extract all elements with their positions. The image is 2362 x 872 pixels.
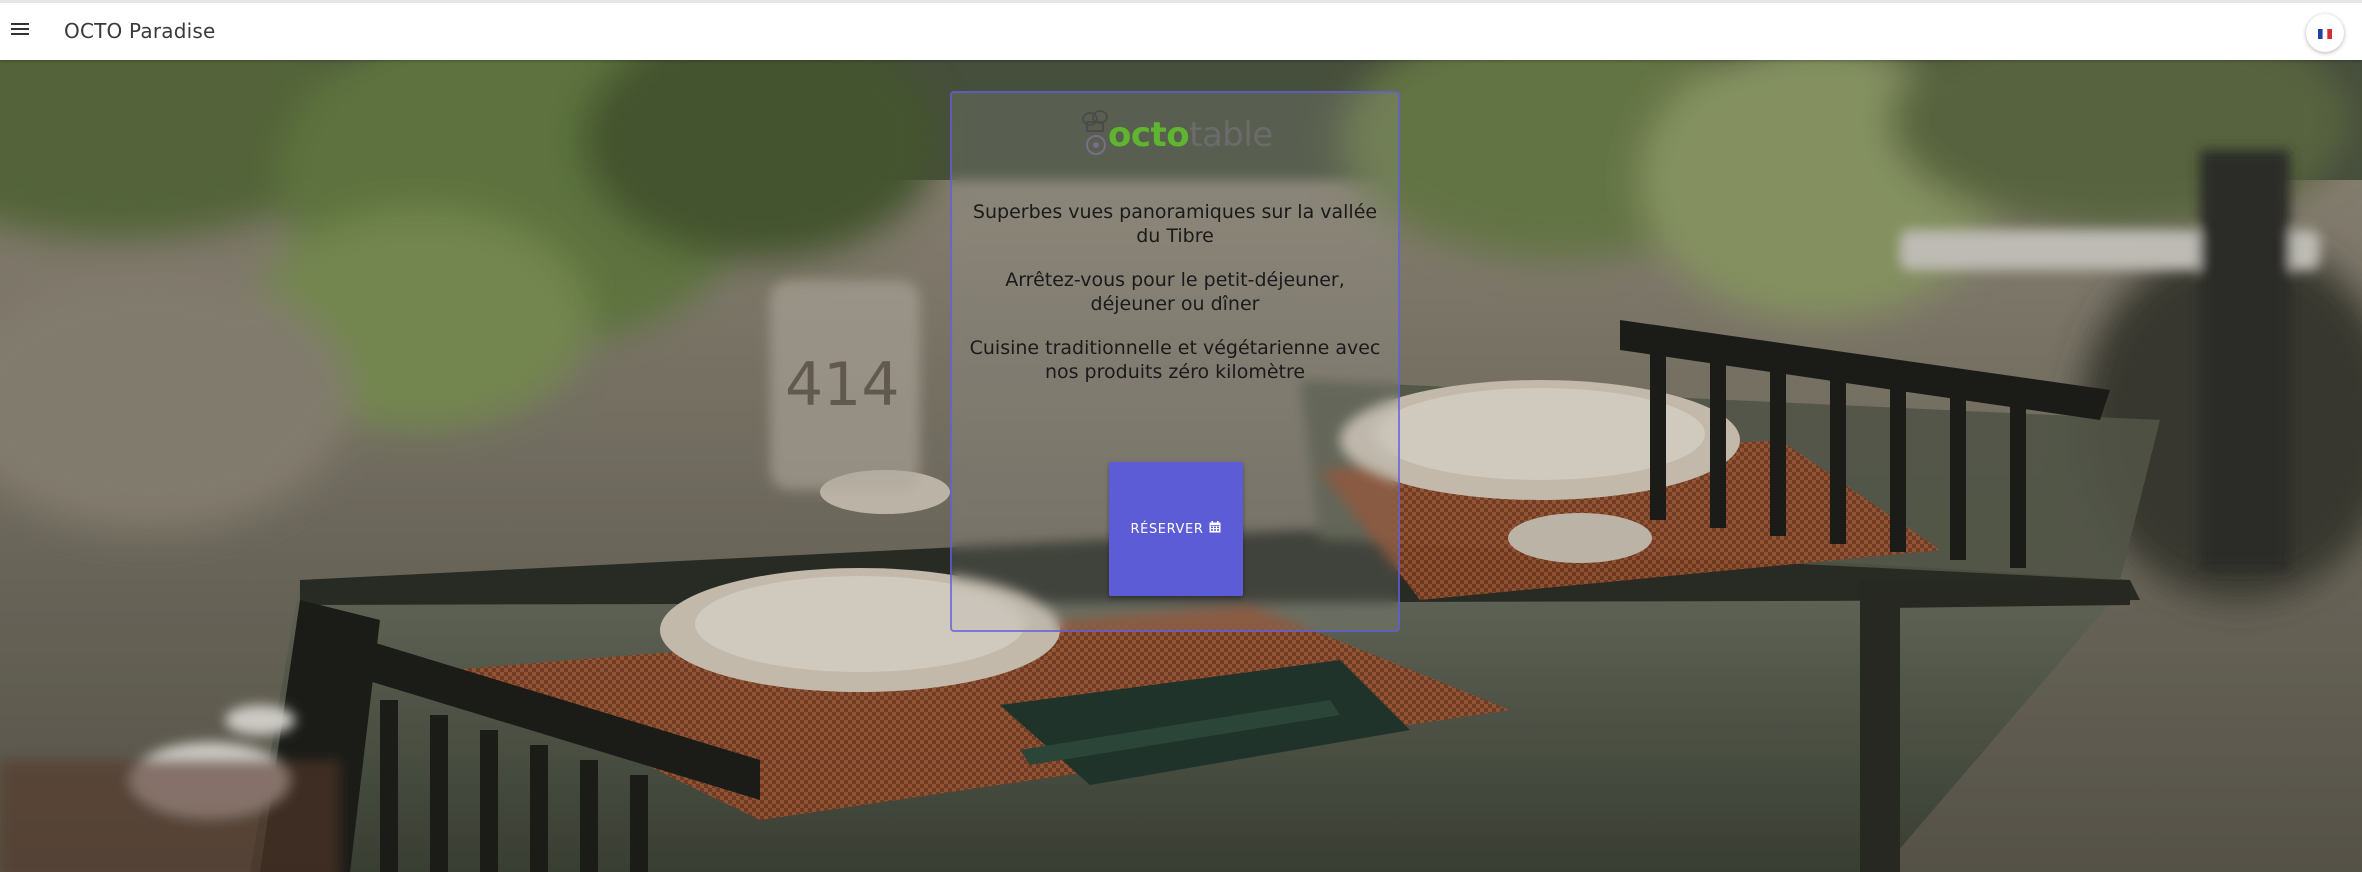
- octotable-logo: octotable: [1080, 109, 1280, 165]
- tagline-cuisine: Cuisine traditionnelle et végétarienne a…: [969, 337, 1381, 383]
- logo-text-octo: octo: [1108, 115, 1190, 155]
- menu-button[interactable]: [6, 17, 34, 45]
- logo-text-table: table: [1189, 115, 1273, 155]
- hamburger-menu-icon: [10, 21, 30, 41]
- reserve-button[interactable]: RÉSERVER: [1109, 462, 1243, 596]
- logo-text: octotable: [1108, 115, 1273, 155]
- language-button[interactable]: [2306, 14, 2344, 52]
- calendar-icon: [1209, 521, 1221, 537]
- french-flag-icon: [2318, 24, 2332, 43]
- reserve-button-label: RÉSERVER: [1130, 521, 1204, 537]
- app-title: OCTO Paradise: [64, 19, 216, 43]
- welcome-card: octotable Superbes vues panoramiques sur…: [950, 91, 1400, 632]
- tagline-meals: Arrêtez-vous pour le petit-déjeuner, déj…: [1005, 269, 1345, 315]
- tagline-views: Superbes vues panoramiques sur la vallée…: [972, 201, 1378, 247]
- chef-hat-icon: [1080, 109, 1110, 163]
- top-app-bar: OCTO Paradise: [0, 0, 2362, 60]
